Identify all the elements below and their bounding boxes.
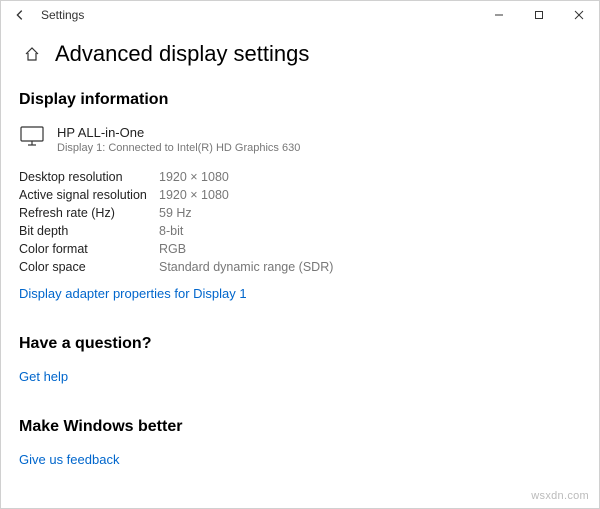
- spec-label: Active signal resolution: [19, 188, 159, 202]
- back-arrow-icon: [13, 8, 27, 22]
- spec-refresh-rate: Refresh rate (Hz) 59 Hz: [19, 206, 581, 220]
- spec-label: Bit depth: [19, 224, 159, 238]
- page-title: Advanced display settings: [55, 41, 309, 67]
- spec-label: Color format: [19, 242, 159, 256]
- spec-value: 59 Hz: [159, 206, 192, 220]
- window-controls: [479, 1, 599, 29]
- app-title: Settings: [41, 8, 479, 22]
- page-header: Advanced display settings: [1, 29, 599, 85]
- spec-label: Refresh rate (Hz): [19, 206, 159, 220]
- section-title-display-info: Display information: [19, 91, 581, 109]
- spec-label: Color space: [19, 260, 159, 274]
- monitor-text: HP ALL-in-One Display 1: Connected to In…: [57, 125, 300, 154]
- spec-label: Desktop resolution: [19, 170, 159, 184]
- close-button[interactable]: [559, 1, 599, 29]
- close-icon: [574, 10, 584, 20]
- spec-color-format: Color format RGB: [19, 242, 581, 256]
- section-title-feedback: Make Windows better: [19, 418, 581, 436]
- spec-value: 8-bit: [159, 224, 183, 238]
- content-area: Display information HP ALL-in-One Displa…: [1, 91, 599, 467]
- feedback-section: Make Windows better Give us feedback: [19, 418, 581, 467]
- get-help-link[interactable]: Get help: [19, 369, 68, 384]
- maximize-icon: [534, 10, 544, 20]
- minimize-button[interactable]: [479, 1, 519, 29]
- monitor-subtext: Display 1: Connected to Intel(R) HD Grap…: [57, 142, 300, 154]
- titlebar: Settings: [1, 1, 599, 29]
- spec-active-resolution: Active signal resolution 1920 × 1080: [19, 188, 581, 202]
- display-information-section: Display information HP ALL-in-One Displa…: [19, 91, 581, 301]
- spec-value: Standard dynamic range (SDR): [159, 260, 333, 274]
- help-section: Have a question? Get help: [19, 335, 581, 384]
- feedback-link[interactable]: Give us feedback: [19, 452, 119, 467]
- spec-value: RGB: [159, 242, 186, 256]
- spec-value: 1920 × 1080: [159, 188, 229, 202]
- monitor-icon: [19, 125, 45, 150]
- monitor-summary: HP ALL-in-One Display 1: Connected to In…: [19, 125, 581, 154]
- home-button[interactable]: [23, 45, 41, 63]
- display-adapter-link[interactable]: Display adapter properties for Display 1: [19, 286, 247, 301]
- watermark: wsxdn.com: [531, 490, 589, 502]
- spec-color-space: Color space Standard dynamic range (SDR): [19, 260, 581, 274]
- monitor-name: HP ALL-in-One: [57, 125, 300, 140]
- spec-bit-depth: Bit depth 8-bit: [19, 224, 581, 238]
- section-title-help: Have a question?: [19, 335, 581, 353]
- maximize-button[interactable]: [519, 1, 559, 29]
- home-icon: [24, 46, 40, 62]
- spec-desktop-resolution: Desktop resolution 1920 × 1080: [19, 170, 581, 184]
- minimize-icon: [494, 10, 504, 20]
- back-button[interactable]: [11, 8, 29, 22]
- spec-value: 1920 × 1080: [159, 170, 229, 184]
